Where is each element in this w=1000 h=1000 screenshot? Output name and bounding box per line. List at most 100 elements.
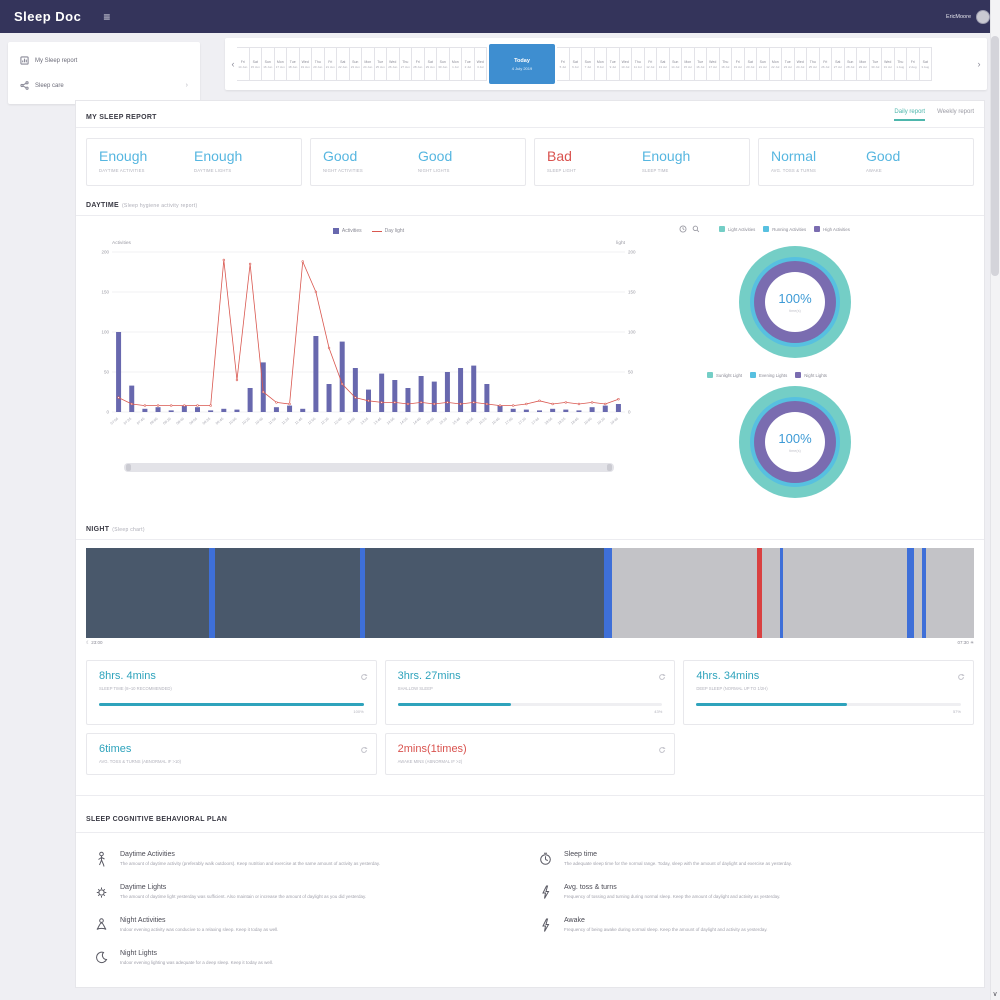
date-cell[interactable]: Sat15 Jun — [250, 47, 263, 81]
date-cell[interactable]: Wed24 Jul — [795, 47, 808, 81]
date-cell[interactable]: Mon15 Jul — [682, 47, 695, 81]
date-cell[interactable]: Thu20 Jun — [312, 47, 325, 81]
sidebar: My Sleep report Sleep care › — [8, 42, 200, 104]
date-cell[interactable]: Mon29 Jul — [857, 47, 870, 81]
date-cell[interactable]: Fri19 Jul — [732, 47, 745, 81]
date-cell[interactable]: Tue23 Jul — [782, 47, 795, 81]
clock-icon[interactable] — [679, 220, 687, 238]
svg-text:150: 150 — [101, 290, 109, 295]
date-cell[interactable]: Sun7 Jul — [582, 47, 595, 81]
date-cell[interactable]: Mon22 Jul — [770, 47, 783, 81]
date-cell[interactable]: Sun23 Jun — [350, 47, 363, 81]
date-cell[interactable]: Tue2 Jul — [462, 47, 475, 81]
date-cell[interactable]: Wed31 Jul — [882, 47, 895, 81]
date-cell[interactable]: Wed26 Jun — [387, 47, 400, 81]
sidebar-item-my-sleep-report[interactable]: My Sleep report — [8, 48, 200, 73]
date-cell[interactable]: Thu27 Jun — [400, 47, 413, 81]
date-cell[interactable]: Wed3 Jul — [475, 47, 488, 81]
date-cell[interactable]: Thu1 Aug — [895, 47, 908, 81]
date-cell[interactable]: Sat3 Aug — [920, 47, 933, 81]
hamburger-menu-icon[interactable]: ≡ — [103, 10, 110, 24]
date-cell[interactable]: Sat27 Jul — [832, 47, 845, 81]
status-label: SLEEP LIGHT — [547, 168, 642, 173]
refresh-icon[interactable] — [957, 668, 965, 686]
date-cell[interactable]: Fri26 Jul — [820, 47, 833, 81]
date-cell[interactable]: Thu18 Jul — [720, 47, 733, 81]
sleep-stat-card: 3hrs. 27minsSHALLOW SLEEP43% — [385, 660, 676, 725]
stat-label: SLEEP TIME (8~10 RECOMMENDED) — [99, 686, 364, 691]
refresh-icon[interactable] — [360, 741, 368, 759]
date-cell[interactable]: Mon17 Jun — [275, 47, 288, 81]
refresh-icon[interactable] — [360, 668, 368, 686]
date-cell[interactable]: Wed10 Jul — [620, 47, 633, 81]
lights-donut-legend: Sunlight LightEvening LightsNight Lights — [707, 372, 974, 378]
page-scrollbar[interactable]: ∨ — [990, 0, 1000, 1000]
chart-range-slider[interactable] — [124, 463, 614, 472]
tab-daily-report[interactable]: Daily report — [894, 109, 925, 121]
date-cell[interactable]: Sat22 Jun — [337, 47, 350, 81]
date-cell[interactable]: Sat29 Jun — [425, 47, 438, 81]
stat-percent-label: 100% — [99, 709, 364, 714]
date-cell[interactable]: Sun16 Jun — [262, 47, 275, 81]
share-icon — [20, 81, 29, 90]
magnifier-icon[interactable] — [692, 220, 700, 238]
stat-value: 2mins(1times) — [398, 743, 663, 755]
scrollbar-thumb[interactable] — [991, 36, 999, 276]
sidebar-item-label: My Sleep report — [35, 58, 77, 64]
date-cell[interactable]: Tue18 Jun — [287, 47, 300, 81]
date-cell[interactable]: Mon24 Jun — [362, 47, 375, 81]
date-strip-prev-arrow-icon[interactable]: ‹ — [229, 59, 237, 69]
date-cell[interactable]: Sat6 Jul — [570, 47, 583, 81]
date-strip-next-arrow-icon[interactable]: › — [975, 59, 983, 69]
svg-text:09:26: 09:26 — [202, 417, 211, 426]
toss-turn-mark — [604, 548, 612, 638]
date-cell[interactable]: Fri21 Jun — [325, 47, 338, 81]
date-cell[interactable]: Tue30 Jul — [870, 47, 883, 81]
svg-text:10:26: 10:26 — [241, 417, 250, 426]
sidebar-item-sleep-care[interactable]: Sleep care › — [8, 73, 200, 98]
donut-legend-item: Evening Lights — [750, 372, 787, 378]
avatar[interactable] — [976, 10, 990, 24]
svg-text:08:26: 08:26 — [162, 417, 171, 426]
stat-value: 4hrs. 34mins — [696, 670, 961, 682]
stat-percent-label: 57% — [696, 709, 961, 714]
date-cell[interactable]: Tue25 Jun — [375, 47, 388, 81]
tab-weekly-report[interactable]: Weekly report — [937, 109, 974, 121]
date-cell[interactable]: Thu25 Jul — [807, 47, 820, 81]
plan-item-title: Daytime Lights — [120, 884, 366, 891]
svg-text:13:46: 13:46 — [373, 417, 382, 426]
date-cell[interactable]: Sun30 Jun — [437, 47, 450, 81]
date-cell[interactable]: Fri5 Jul — [557, 47, 570, 81]
refresh-icon[interactable] — [658, 741, 666, 759]
date-cell[interactable]: Fri14 Jun — [237, 47, 250, 81]
walking-person-icon — [92, 851, 110, 868]
date-cell[interactable]: Sun28 Jul — [845, 47, 858, 81]
date-cell[interactable]: Thu11 Jul — [632, 47, 645, 81]
date-cell[interactable]: Sat20 Jul — [745, 47, 758, 81]
date-cell[interactable]: Fri12 Jul — [645, 47, 658, 81]
svg-text:17:06: 17:06 — [504, 417, 513, 426]
plan-item: Sleep timeThe adequate sleep time for th… — [536, 851, 944, 868]
date-cell[interactable]: Wed17 Jul — [707, 47, 720, 81]
date-cell[interactable]: Tue9 Jul — [607, 47, 620, 81]
date-cell[interactable]: Tue16 Jul — [695, 47, 708, 81]
daytime-section-subtitle: (Sleep hygiene activity report) — [122, 203, 197, 209]
date-cell[interactable]: Mon1 Jul — [450, 47, 463, 81]
sun-icon — [92, 884, 110, 901]
svg-text:09:06: 09:06 — [189, 417, 198, 426]
date-cell[interactable]: Fri2 Aug — [907, 47, 920, 81]
scrollbar-down-arrow-icon[interactable]: ∨ — [990, 990, 1000, 998]
timeline-start-label: ☾ 23:00 — [86, 640, 103, 646]
date-cell[interactable]: Sat13 Jul — [657, 47, 670, 81]
date-cell[interactable]: Sun14 Jul — [670, 47, 683, 81]
stat-percent-label: 43% — [398, 709, 663, 714]
date-cell[interactable]: Sun21 Jul — [757, 47, 770, 81]
stat-progress-bar — [696, 703, 961, 706]
date-cell[interactable]: Wed19 Jun — [300, 47, 313, 81]
date-cell[interactable]: Fri28 Jun — [412, 47, 425, 81]
refresh-icon[interactable] — [658, 668, 666, 686]
date-cell[interactable]: Mon8 Jul — [595, 47, 608, 81]
page-title: MY SLEEP REPORT — [86, 114, 157, 121]
date-cell-today[interactable]: Today4 July 2019 — [489, 44, 555, 84]
svg-text:11:26: 11:26 — [281, 417, 290, 426]
